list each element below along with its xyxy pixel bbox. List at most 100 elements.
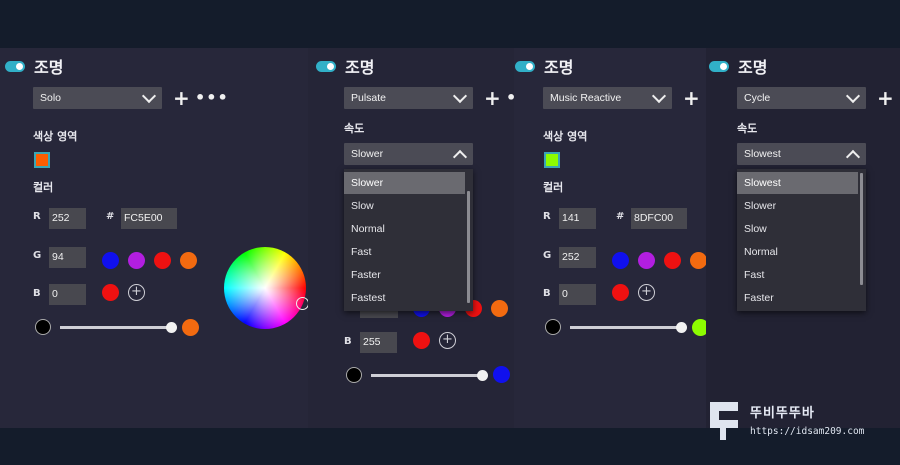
brightness-max-color [182,319,199,336]
mode-dropdown[interactable]: Cycle [737,87,866,109]
speed-option-slower[interactable]: Slower [737,195,858,217]
preset-color-blue[interactable] [102,252,119,269]
color-wheel[interactable] [224,247,306,329]
preset-color-blue[interactable] [612,252,629,269]
brightness-min-icon [545,319,561,335]
brightness-knob[interactable] [676,322,687,333]
color-label: 컬러 [33,181,54,194]
section-label: 색상 영역 [33,130,78,143]
add-icon[interactable]: + [484,88,501,108]
preset-color-purple[interactable] [128,252,145,269]
add-icon[interactable]: + [683,88,700,108]
speed-dropdown-value: Slower [351,148,384,160]
chevron-down-icon [845,88,861,104]
add-color-icon[interactable]: + [128,284,145,301]
menu-scrollbar[interactable] [860,173,863,285]
add-icon[interactable]: + [877,88,894,108]
speed-dropdown[interactable]: Slower [344,143,473,165]
mode-dropdown-value: Music Reactive [550,92,622,104]
custom-color-red[interactable] [413,332,430,349]
b-label: B [344,336,352,347]
brightness-max-color [493,366,510,383]
mode-dropdown-value: Solo [40,92,62,104]
speed-option-faster[interactable]: Faster [737,287,858,309]
speed-option-fast[interactable]: Fast [344,241,465,263]
speed-label: 속도 [737,122,758,135]
lighting-toggle[interactable] [5,61,25,72]
r-label: R [33,211,41,222]
speed-option-normal[interactable]: Normal [344,218,465,240]
hex-input[interactable]: 8DFC00 [631,208,687,229]
watermark-text: 뚜비뚜뚜바 [750,406,815,421]
add-icon[interactable]: + [173,88,190,108]
preset-color-red[interactable] [154,252,171,269]
b-label: B [543,288,551,299]
preset-color-orange[interactable] [491,300,508,317]
mode-dropdown[interactable]: Pulsate [344,87,473,109]
hash-label: # [106,211,115,222]
chevron-up-icon [452,149,468,165]
speed-dropdown-menu: Slowest Slower Slow Normal Fast Faster [737,169,866,311]
selected-color-swatch[interactable] [544,152,560,168]
speed-option-slower[interactable]: Slower [344,172,465,194]
chevron-down-icon [452,88,468,104]
lighting-panel-pulsate: 조명 Pulsate + • 속도 Slower B 255 + Slower … [308,48,514,428]
b-input[interactable]: 255 [360,332,397,353]
lighting-panel-music-reactive: 조명 Music Reactive + 색상 영역 컬러 R 141 # 8DF… [514,48,706,428]
lighting-toggle[interactable] [515,61,535,72]
preset-color-orange[interactable] [180,252,197,269]
brightness-max-color [692,319,706,336]
r-input[interactable]: 252 [49,208,86,229]
speed-option-normal[interactable]: Normal [737,241,858,263]
menu-scrollbar[interactable] [467,191,470,303]
add-color-icon[interactable]: + [638,284,655,301]
speed-option-slow[interactable]: Slow [344,195,465,217]
brightness-knob[interactable] [477,370,488,381]
add-color-icon[interactable]: + [439,332,456,349]
brightness-slider[interactable] [371,374,483,377]
brightness-slider[interactable] [570,326,682,329]
color-label: 컬러 [543,181,564,194]
brightness-knob[interactable] [166,322,177,333]
section-label: 색상 영역 [543,130,588,143]
speed-option-slowest[interactable]: Slowest [737,172,858,194]
preset-color-purple[interactable] [638,252,655,269]
lighting-toggle[interactable] [316,61,336,72]
lighting-panel-cycle: 조명 Cycle + 속도 Slowest Slowest Slower Slo… [706,48,900,428]
b-input[interactable]: 0 [49,284,86,305]
speed-option-slow[interactable]: Slow [737,218,858,240]
speed-option-faster[interactable]: Faster [344,264,465,286]
speed-dropdown[interactable]: Slowest [737,143,866,165]
brightness-min-icon [346,367,362,383]
speed-option-fast[interactable]: Fast [737,264,858,286]
g-input[interactable]: 94 [49,247,86,268]
panel-title: 조명 [345,58,375,77]
panel-title: 조명 [544,58,574,77]
r-label: R [543,211,551,222]
custom-color-red[interactable] [612,284,629,301]
lighting-toggle[interactable] [709,61,729,72]
chevron-down-icon [141,88,157,104]
g-label: G [33,250,42,261]
g-input[interactable]: 252 [559,247,596,268]
preset-color-orange[interactable] [690,252,706,269]
selected-color-swatch[interactable] [34,152,50,168]
watermark-logo-icon [710,402,738,440]
hex-input[interactable]: FC5E00 [121,208,177,229]
more-icon[interactable]: ••• [195,90,229,106]
speed-dropdown-menu: Slower Slow Normal Fast Faster Fastest [344,169,473,311]
b-label: B [33,288,41,299]
speed-option-fastest[interactable]: Fastest [344,287,465,309]
mode-dropdown[interactable]: Solo [33,87,162,109]
top-bar [0,0,900,48]
hash-label: # [616,211,625,222]
custom-color-red[interactable] [102,284,119,301]
preset-color-red[interactable] [664,252,681,269]
r-input[interactable]: 141 [559,208,596,229]
wheel-picker-handle[interactable] [296,297,308,310]
b-input[interactable]: 0 [559,284,596,305]
mode-dropdown[interactable]: Music Reactive [543,87,672,109]
watermark: 뚜비뚜뚜바 https://idsam209.com [706,396,896,446]
brightness-slider[interactable] [60,326,172,329]
more-icon[interactable]: • [506,90,514,106]
